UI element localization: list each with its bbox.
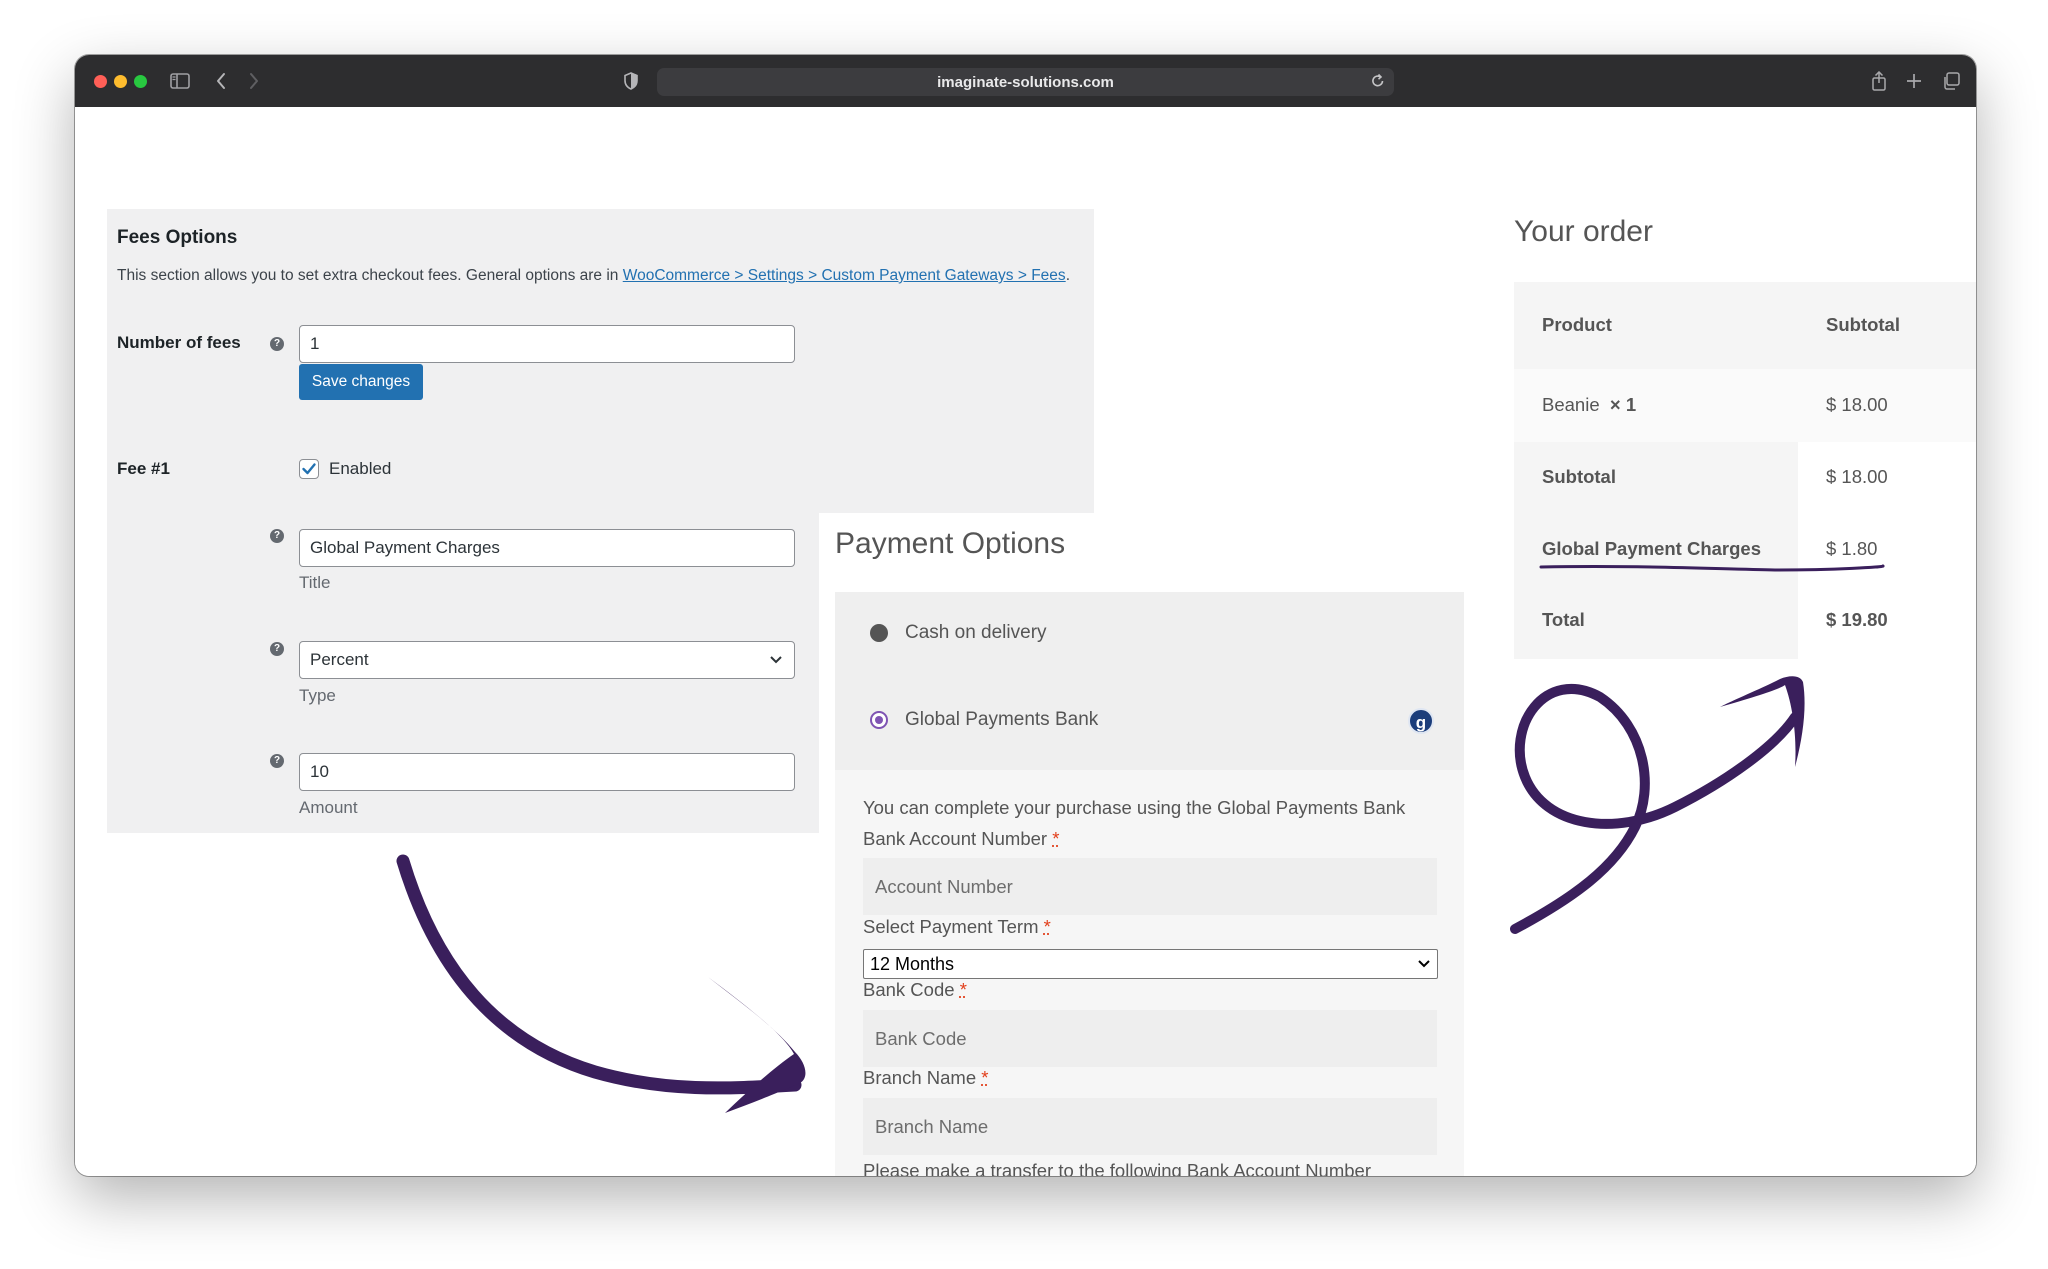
share-icon[interactable] bbox=[1865, 67, 1893, 95]
order-item-price: $ 18.00 bbox=[1826, 394, 1888, 415]
total-label: Total bbox=[1542, 609, 1585, 630]
fee-type-value: Percent bbox=[310, 650, 369, 669]
payment-term-select[interactable]: 12 Months bbox=[863, 949, 1438, 979]
account-number-label: Bank Account Number * bbox=[863, 828, 1059, 850]
url-text: imaginate-solutions.com bbox=[937, 74, 1114, 91]
item-name-text: Beanie bbox=[1542, 394, 1600, 415]
new-tab-icon[interactable] bbox=[1900, 67, 1928, 95]
required-mark: * bbox=[959, 979, 967, 1000]
payment-intro-text: You can complete your purchase using the… bbox=[863, 797, 1406, 818]
required-mark: * bbox=[1052, 828, 1060, 849]
close-window-button[interactable] bbox=[94, 75, 107, 88]
account-number-input[interactable]: Account Number bbox=[863, 858, 1437, 915]
required-mark: * bbox=[981, 1067, 989, 1088]
chevron-down-icon bbox=[1417, 950, 1431, 986]
sidebar-icon[interactable] bbox=[166, 67, 194, 95]
cash-on-delivery-label[interactable]: Cash on delivery bbox=[905, 622, 1047, 644]
payment-footer-text: Please make a transfer to the following … bbox=[863, 1160, 1371, 1176]
page-content: Fees Options This section allows you to … bbox=[75, 107, 1976, 1176]
fee-amount-input[interactable]: 10 bbox=[299, 753, 795, 791]
fee-1-label: Fee #1 bbox=[117, 459, 170, 478]
fee-line-value: $ 1.80 bbox=[1826, 538, 1878, 559]
fee-title-caption: Title bbox=[299, 573, 331, 592]
fees-title: Fees Options bbox=[117, 227, 238, 248]
back-icon[interactable] bbox=[207, 67, 235, 95]
number-of-fees-label: Number of fees bbox=[117, 333, 241, 352]
arrowhead-left bbox=[708, 977, 806, 1113]
fees-description-text: This section allows you to set extra che… bbox=[117, 267, 623, 284]
browser-window: imaginate-solutions.com Fees Options Thi… bbox=[75, 55, 1976, 1176]
titlebar: imaginate-solutions.com bbox=[75, 55, 1976, 107]
fee-amount-caption: Amount bbox=[299, 798, 358, 817]
enabled-checkbox[interactable] bbox=[299, 459, 319, 479]
arrowhead-right bbox=[1720, 676, 1805, 767]
global-payments-label[interactable]: Global Payments Bank bbox=[905, 709, 1098, 731]
payment-term-value: 12 Months bbox=[870, 954, 955, 974]
total-value: $ 19.80 bbox=[1826, 609, 1888, 630]
bank-code-input[interactable]: Bank Code bbox=[863, 1010, 1437, 1067]
subtotal-label: Subtotal bbox=[1542, 466, 1616, 487]
item-quantity: × 1 bbox=[1609, 394, 1637, 415]
tabs-icon[interactable] bbox=[1937, 67, 1965, 95]
fee-title-input[interactable]: Global Payment Charges bbox=[299, 529, 795, 567]
payment-term-label: Select Payment Term * bbox=[863, 916, 1051, 938]
save-changes-button[interactable]: Save changes bbox=[299, 364, 423, 400]
account-number-label-text: Bank Account Number bbox=[863, 828, 1048, 849]
branch-name-label: Branch Name * bbox=[863, 1067, 988, 1089]
checkmark-icon bbox=[302, 463, 316, 475]
fees-description-end: . bbox=[1065, 267, 1070, 284]
bank-code-label-text: Bank Code bbox=[863, 979, 955, 1000]
enabled-label: Enabled bbox=[329, 459, 392, 478]
help-icon[interactable]: ? bbox=[270, 337, 284, 351]
zoom-window-button[interactable] bbox=[134, 75, 147, 88]
shield-icon[interactable] bbox=[617, 67, 645, 95]
payment-options-heading: Payment Options bbox=[835, 527, 1066, 560]
chevron-down-icon bbox=[768, 642, 784, 691]
your-order-heading: Your order bbox=[1514, 215, 1653, 248]
fees-settings-link[interactable]: WooCommerce > Settings > Custom Payment … bbox=[623, 267, 1066, 284]
subtotal-value: $ 18.00 bbox=[1826, 466, 1888, 487]
fees-description: This section allows you to set extra che… bbox=[117, 267, 1070, 285]
number-of-fees-input[interactable]: 1 bbox=[299, 325, 795, 363]
fee-line-label: Global Payment Charges bbox=[1542, 538, 1761, 559]
branch-name-input[interactable]: Branch Name bbox=[863, 1098, 1437, 1155]
branch-name-label-text: Branch Name bbox=[863, 1067, 977, 1088]
required-mark: * bbox=[1043, 916, 1051, 937]
fee-type-caption: Type bbox=[299, 686, 336, 705]
cash-on-delivery-radio[interactable] bbox=[870, 624, 888, 642]
help-icon[interactable]: ? bbox=[270, 642, 284, 656]
reload-icon[interactable] bbox=[1370, 72, 1386, 95]
help-icon[interactable]: ? bbox=[270, 529, 284, 543]
payment-term-label-text: Select Payment Term bbox=[863, 916, 1039, 937]
loop-arrow-right bbox=[1510, 684, 1800, 934]
order-item-name: Beanie × 1 bbox=[1542, 394, 1636, 416]
global-payments-radio[interactable] bbox=[870, 711, 888, 729]
address-bar[interactable]: imaginate-solutions.com bbox=[657, 68, 1394, 96]
product-column-header: Product bbox=[1542, 314, 1612, 335]
help-icon[interactable]: ? bbox=[270, 754, 284, 768]
payment-methods-list bbox=[835, 592, 1464, 770]
subtotal-column-header: Subtotal bbox=[1826, 314, 1900, 335]
curved-arrow-left bbox=[396, 854, 802, 1095]
forward-icon[interactable] bbox=[240, 67, 268, 95]
bank-code-label: Bank Code * bbox=[863, 979, 967, 1001]
minimize-window-button[interactable] bbox=[114, 75, 127, 88]
fee-type-select[interactable]: Percent bbox=[299, 641, 795, 679]
global-payments-logo: g bbox=[1408, 708, 1434, 734]
